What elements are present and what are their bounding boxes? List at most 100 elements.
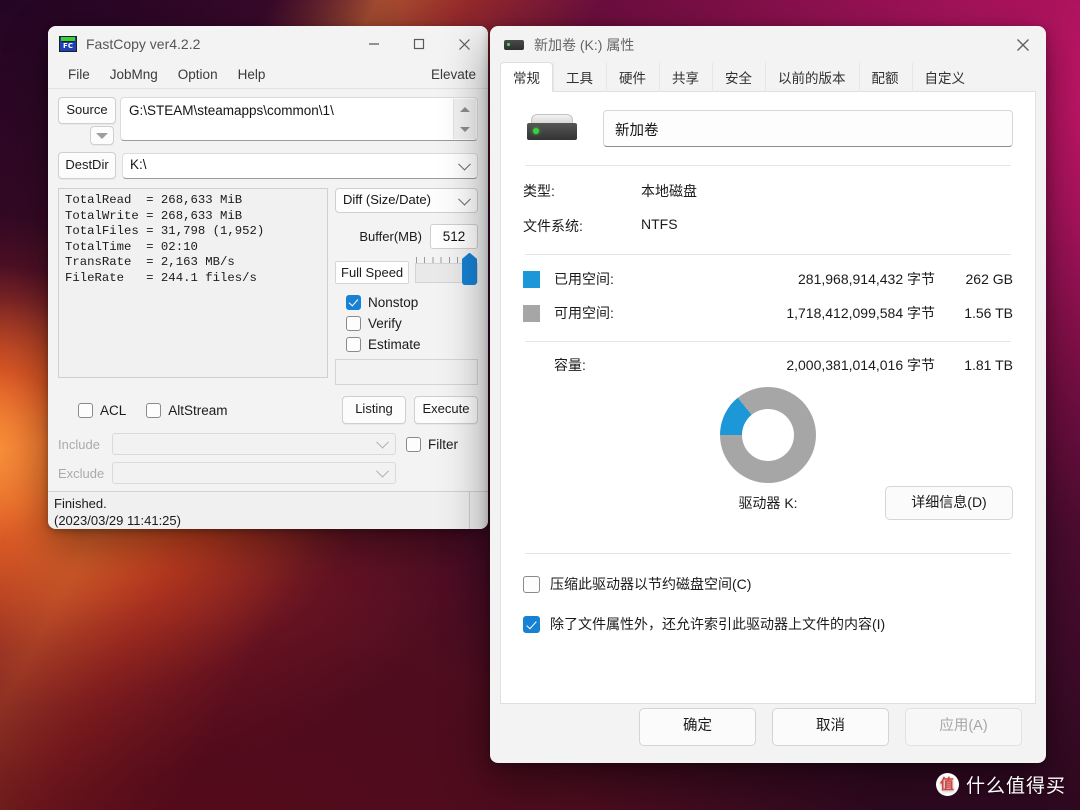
free-space-human: 1.56 TB [964, 305, 1013, 321]
close-icon[interactable] [441, 26, 488, 62]
tab-quota[interactable]: 配额 [858, 62, 912, 92]
details-button[interactable]: 详细信息(D) [885, 486, 1013, 520]
exclude-input[interactable] [112, 462, 396, 484]
include-input[interactable] [112, 433, 396, 455]
flags-row: ACL AltStream Listing Execute [58, 396, 478, 424]
index-contents-checkbox[interactable]: 除了文件属性外，还允许索引此驱动器上文件的内容(I) [523, 614, 1013, 634]
filesystem-row: 文件系统: NTFS [523, 216, 1013, 236]
nonstop-checkbox[interactable]: Nonstop [346, 295, 478, 310]
destdir-button[interactable]: DestDir [58, 152, 116, 179]
compress-drive-checkbox[interactable]: 压缩此驱动器以节约磁盘空间(C) [523, 574, 1013, 594]
tab-general[interactable]: 常规 [500, 62, 553, 92]
status-text: Finished. (2023/03/29 11:41:25) [48, 492, 469, 529]
destdir-input[interactable]: K:\ [122, 152, 478, 179]
watermark: 值 什么值得买 [935, 771, 1066, 798]
properties-tabs: 常规 工具 硬件 共享 安全 以前的版本 配额 自定义 [490, 62, 1046, 92]
menu-option[interactable]: Option [168, 63, 228, 87]
nonstop-label: Nonstop [368, 295, 419, 310]
tab-security[interactable]: 安全 [712, 62, 765, 92]
menu-file[interactable]: File [58, 63, 100, 87]
buffer-label: Buffer(MB) [359, 229, 422, 244]
destdir-path-text: K:\ [130, 156, 147, 172]
estimate-label: Estimate [368, 337, 421, 352]
checkbox-box [346, 316, 361, 331]
speed-row: Full Speed [335, 252, 478, 285]
menu-elevate[interactable]: Elevate [431, 63, 488, 87]
filesystem-label: 文件系统: [523, 218, 583, 234]
log-line-2: TotalWrite = 268,633 MiB [65, 208, 243, 223]
chevron-down-icon [458, 192, 471, 206]
divider-4 [525, 553, 1011, 554]
include-exclude-section: Include Filter Exclude [58, 433, 478, 484]
donut-hole [742, 409, 794, 461]
estimate-checkbox[interactable]: Estimate [346, 337, 478, 352]
disk-usage-chart-area: 驱动器 K: 详细信息(D) [523, 387, 1013, 527]
tab-tools[interactable]: 工具 [553, 62, 606, 92]
filter-label: Filter [428, 436, 458, 452]
filter-checkbox-wrap: Filter [406, 436, 478, 452]
fastcopy-body: Source G:\STEAM\steamapps\common\1\ Dest… [48, 89, 488, 529]
type-value: 本地磁盘 [641, 183, 697, 199]
general-tab-page: 新加卷 类型: 本地磁盘 文件系统: NTFS 已用空间: 281,968,91… [500, 92, 1036, 704]
fastcopy-titlebar: FastCopy ver4.2.2 [48, 26, 488, 62]
fastcopy-title: FastCopy ver4.2.2 [86, 36, 201, 52]
altstream-checkbox[interactable]: AltStream [146, 402, 228, 418]
volume-name-input[interactable]: 新加卷 [603, 110, 1013, 147]
status-line-2: (2023/03/29 11:41:25) [54, 513, 181, 528]
capacity-bytes: 2,000,381,014,016 字节 [786, 357, 935, 373]
exclude-row: Exclude [58, 462, 478, 484]
source-button[interactable]: Source [58, 97, 116, 124]
transfer-statistics-log: TotalRead = 268,633 MiB TotalWrite = 268… [58, 188, 328, 378]
cancel-button[interactable]: 取消 [772, 708, 889, 746]
fastcopy-options-column: Diff (Size/Date) Buffer(MB) 512 Full Spe… [335, 188, 478, 385]
altstream-label: AltStream [168, 402, 228, 418]
fastcopy-window-controls [351, 26, 488, 62]
ok-button[interactable]: 确定 [639, 708, 756, 746]
minimize-icon[interactable] [351, 26, 396, 62]
filter-checkbox[interactable]: Filter [406, 436, 478, 452]
source-scrollbar[interactable] [453, 99, 476, 139]
execute-button[interactable]: Execute [414, 396, 478, 424]
type-label: 类型: [523, 183, 555, 199]
copy-mode-select[interactable]: Diff (Size/Date) [335, 188, 478, 213]
checkbox-box [523, 575, 540, 593]
acl-checkbox[interactable]: ACL [78, 402, 126, 418]
speed-slider[interactable] [415, 252, 478, 285]
tab-sharing[interactable]: 共享 [659, 62, 712, 92]
properties-titlebar: 新加卷 (K:) 属性 [490, 26, 1046, 64]
menu-jobmng[interactable]: JobMng [100, 63, 168, 87]
include-row: Include Filter [58, 433, 478, 455]
volume-name-row: 新加卷 [523, 110, 1013, 147]
source-input[interactable]: G:\STEAM\steamapps\common\1\ [120, 97, 478, 141]
properties-title: 新加卷 (K:) 属性 [534, 37, 635, 53]
chevron-down-icon [376, 464, 389, 478]
source-history-dropdown-button[interactable] [90, 126, 114, 145]
tab-customize[interactable]: 自定义 [911, 62, 979, 92]
tab-hardware[interactable]: 硬件 [606, 62, 659, 92]
status-panel: Finished. (2023/03/29 11:41:25) [48, 491, 488, 529]
menu-help[interactable]: Help [228, 63, 276, 87]
buffer-input[interactable]: 512 [430, 224, 478, 249]
slider-thumb[interactable] [462, 252, 477, 285]
close-icon[interactable] [1000, 26, 1046, 64]
hard-drive-icon [504, 40, 524, 50]
log-line-1: TotalRead = 268,633 MiB [65, 193, 243, 207]
maximize-icon[interactable] [396, 26, 441, 62]
apply-button: 应用(A) [905, 708, 1022, 746]
tab-previous-versions[interactable]: 以前的版本 [765, 62, 859, 92]
checkbox-box [78, 402, 93, 418]
compress-drive-label: 压缩此驱动器以节约磁盘空间(C) [550, 576, 752, 592]
progress-field [335, 359, 478, 385]
fastcopy-main-area: TotalRead = 268,633 MiB TotalWrite = 268… [58, 188, 478, 385]
used-space-bytes: 281,968,914,432 字节 [798, 271, 935, 287]
log-line-6: FileRate = 244.1 files/s [65, 270, 257, 285]
scroll-up-icon [460, 106, 470, 112]
fastcopy-icon [59, 36, 77, 52]
verify-checkbox[interactable]: Verify [346, 316, 478, 331]
listing-button[interactable]: Listing [342, 396, 406, 424]
watermark-badge: 值 [935, 773, 959, 796]
properties-footer: 确定 取消 应用(A) [490, 691, 1046, 763]
checkbox-box [406, 436, 421, 452]
type-row: 类型: 本地磁盘 [523, 181, 1013, 201]
hard-drive-icon [527, 112, 577, 146]
